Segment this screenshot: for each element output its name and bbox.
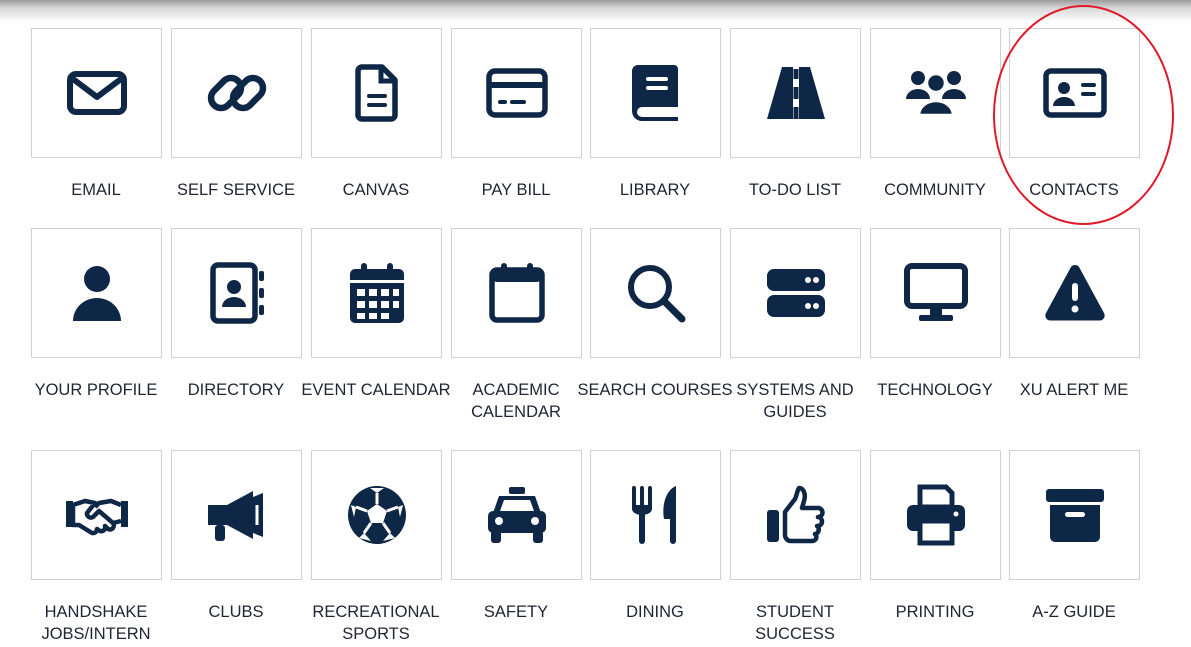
bullhorn-icon bbox=[207, 491, 263, 541]
search-icon bbox=[627, 265, 685, 323]
tile-label-directory[interactable]: DIRECTORY bbox=[156, 379, 316, 401]
tile-label-pay-bill[interactable]: PAY BILL bbox=[436, 179, 596, 201]
utensils-icon bbox=[631, 486, 676, 544]
tile-label-recreational-sports[interactable]: RECREATIONAL SPORTS bbox=[296, 601, 456, 645]
tile-pay-bill[interactable] bbox=[451, 28, 582, 158]
tile-label-handshake[interactable]: HANDSHAKE JOBS/INTERN bbox=[16, 601, 176, 645]
taxi-icon bbox=[487, 487, 546, 543]
tile-label-your-profile[interactable]: YOUR PROFILE bbox=[16, 379, 176, 401]
tile-handshake[interactable] bbox=[31, 450, 162, 580]
credit-card-icon bbox=[485, 68, 548, 118]
tile-label-canvas[interactable]: CANVAS bbox=[296, 179, 456, 201]
tile-label-dining[interactable]: DINING bbox=[575, 601, 735, 623]
link-icon bbox=[207, 74, 266, 112]
soccer-ball-icon bbox=[347, 486, 406, 544]
tile-label-student-success[interactable]: STUDENT SUCCESS bbox=[715, 601, 875, 645]
tile-label-community[interactable]: COMMUNITY bbox=[855, 179, 1015, 201]
road-icon bbox=[766, 67, 825, 119]
tile-safety[interactable] bbox=[451, 450, 582, 580]
tile-directory[interactable] bbox=[171, 228, 302, 358]
user-icon bbox=[72, 266, 121, 321]
tile-printing[interactable] bbox=[870, 450, 1001, 580]
calendar-icon bbox=[488, 263, 545, 323]
tile-library[interactable] bbox=[590, 28, 721, 158]
tile-to-do-list[interactable] bbox=[730, 28, 861, 158]
tile-label-email[interactable]: EMAIL bbox=[16, 179, 176, 201]
tile-label-a-z-guide[interactable]: A-Z GUIDE bbox=[994, 601, 1154, 623]
warning-icon bbox=[1044, 265, 1105, 321]
tile-label-safety[interactable]: SAFETY bbox=[436, 601, 596, 623]
tile-email[interactable] bbox=[31, 28, 162, 158]
printer-icon bbox=[906, 484, 965, 546]
tile-label-xu-alert-me[interactable]: XU ALERT ME bbox=[994, 379, 1154, 401]
tile-academic-calendar[interactable] bbox=[451, 228, 582, 358]
tile-label-technology[interactable]: TECHNOLOGY bbox=[855, 379, 1015, 401]
tile-label-clubs[interactable]: CLUBS bbox=[156, 601, 316, 623]
document-icon bbox=[354, 64, 398, 122]
tile-clubs[interactable] bbox=[171, 450, 302, 580]
envelope-icon bbox=[66, 71, 127, 115]
tile-label-contacts[interactable]: CONTACTS bbox=[994, 179, 1154, 201]
book-icon bbox=[631, 65, 678, 121]
tile-self-service[interactable] bbox=[171, 28, 302, 158]
tile-recreational-sports[interactable] bbox=[311, 450, 442, 580]
archive-box-icon bbox=[1045, 489, 1104, 542]
quick-links-grid: EMAIL SELF SERVICE CANVAS PAY BILL LIBRA… bbox=[0, 0, 1191, 647]
tile-label-academic-calendar[interactable]: ACADEMIC CALENDAR bbox=[436, 379, 596, 423]
tile-contacts[interactable] bbox=[1009, 28, 1140, 158]
tile-xu-alert-me[interactable] bbox=[1009, 228, 1140, 358]
tile-label-systems-and-guides[interactable]: SYSTEMS AND GUIDES bbox=[715, 379, 875, 423]
tile-label-self-service[interactable]: SELF SERVICE bbox=[156, 179, 316, 201]
tile-student-success[interactable] bbox=[730, 450, 861, 580]
calendar-days-icon bbox=[349, 263, 404, 323]
tile-event-calendar[interactable] bbox=[311, 228, 442, 358]
tile-dining[interactable] bbox=[590, 450, 721, 580]
address-book-icon bbox=[209, 262, 264, 324]
tile-systems-and-guides[interactable] bbox=[730, 228, 861, 358]
desktop-icon bbox=[903, 263, 968, 321]
thumbs-up-icon bbox=[766, 485, 825, 544]
tile-label-printing[interactable]: PRINTING bbox=[855, 601, 1015, 623]
users-icon bbox=[905, 71, 966, 117]
tile-a-z-guide[interactable] bbox=[1009, 450, 1140, 580]
tile-label-event-calendar[interactable]: EVENT CALENDAR bbox=[296, 379, 456, 401]
tile-search-courses[interactable] bbox=[590, 228, 721, 358]
tile-label-library[interactable]: LIBRARY bbox=[575, 179, 735, 201]
server-icon bbox=[766, 269, 825, 317]
handshake-icon bbox=[65, 498, 128, 536]
tile-label-search-courses[interactable]: SEARCH COURSES bbox=[575, 379, 735, 401]
id-card-icon bbox=[1042, 68, 1107, 118]
tile-technology[interactable] bbox=[870, 228, 1001, 358]
tile-label-to-do-list[interactable]: TO-DO LIST bbox=[715, 179, 875, 201]
tile-your-profile[interactable] bbox=[31, 228, 162, 358]
tile-community[interactable] bbox=[870, 28, 1001, 158]
tile-canvas[interactable] bbox=[311, 28, 442, 158]
